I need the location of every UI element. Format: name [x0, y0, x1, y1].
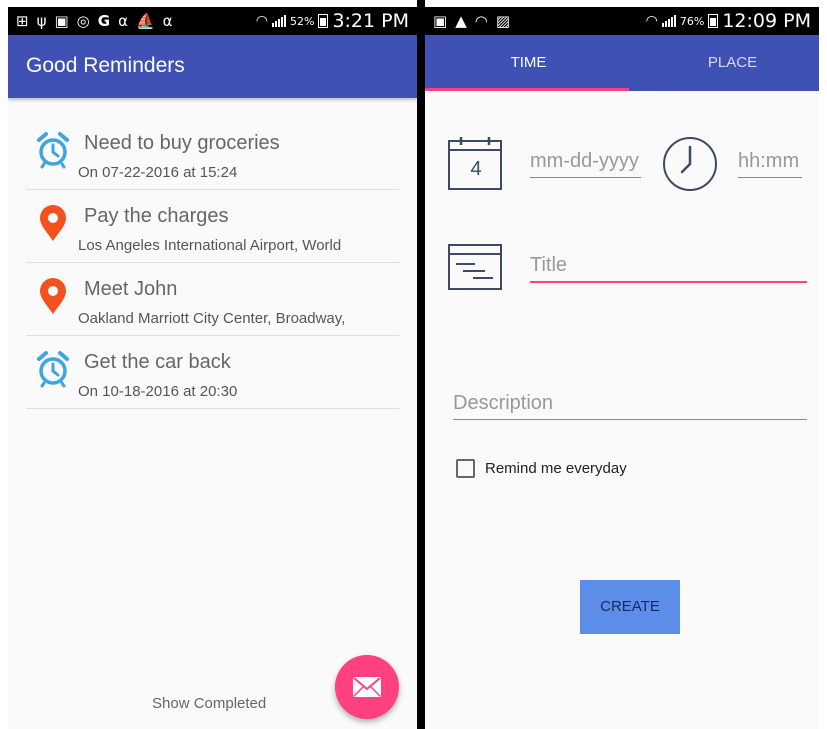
show-completed-link[interactable]: Show Completed: [152, 695, 266, 712]
reminder-subtitle: On 10-18-2016 at 20:30: [78, 383, 238, 400]
reminder-item[interactable]: Pay the charges Los Angeles Internationa…: [26, 190, 399, 263]
map-pin-icon: [40, 278, 66, 314]
clock-time: 12:09 PM: [722, 10, 811, 32]
tab-time[interactable]: TIME: [430, 35, 627, 91]
wifi-icon: ◠: [255, 13, 268, 29]
notification-icons: ▣ ▲ ◠ ▨: [433, 12, 510, 30]
create-button[interactable]: CREATE: [580, 580, 680, 634]
notification-icons: ⊞ ψ ▣ ◎ G α ⛵ α: [16, 12, 173, 30]
description-field[interactable]: Description: [453, 392, 807, 420]
compose-fab-button[interactable]: [335, 655, 399, 719]
add-box-icon: ⊞: [16, 12, 29, 30]
instagram-icon: ◎: [76, 12, 90, 30]
no-sim-icon: ▣: [433, 12, 448, 30]
usb-icon: ψ: [36, 12, 47, 30]
tab-bar: TIME PLACE: [425, 35, 819, 91]
alarm-clock-icon: [37, 132, 69, 169]
alarm-clock-icon: [37, 351, 69, 388]
active-tab-indicator: [425, 88, 629, 91]
boat-icon: ⛵: [135, 12, 155, 30]
map-pin-icon: [40, 205, 66, 241]
warning-icon: ▲: [455, 12, 467, 30]
system-status: ◠ 52% 3:21 PM: [256, 9, 409, 33]
system-status: ◠ 76% 12:09 PM: [646, 9, 811, 33]
battery-icon: [708, 14, 719, 28]
reminder-list: Need to buy groceries On 07-22-2016 at 1…: [26, 117, 399, 409]
tab-place[interactable]: PLACE: [634, 35, 819, 91]
battery-percent: 52%: [289, 14, 315, 28]
app-bar: Good Reminders: [8, 35, 417, 98]
reminders-list-screen: ⊞ ψ ▣ ◎ G α ⛵ α ◠ 52% 3:21 PM Good Remin…: [8, 7, 417, 729]
battery-percent: 76%: [679, 14, 705, 28]
image-icon: ▨: [495, 12, 511, 30]
no-sim-icon: ▣: [54, 12, 69, 30]
reminder-item[interactable]: Meet John Oakland Marriott City Center, …: [26, 263, 399, 336]
reminder-title: Meet John: [84, 278, 178, 300]
alpha-icon: α: [162, 12, 173, 30]
clock-icon[interactable]: [661, 135, 719, 193]
wifi-icon: ◠: [474, 12, 488, 30]
reminder-title: Need to buy groceries: [84, 132, 280, 154]
status-bar: ▣ ▲ ◠ ▨ ◠ 76% 12:09 PM: [425, 7, 819, 35]
remind-everyday-checkbox[interactable]: [456, 459, 475, 478]
google-icon: G: [97, 12, 111, 30]
title-form-icon: [448, 244, 502, 290]
calendar-day: 4: [470, 158, 482, 180]
time-field[interactable]: hh:mm: [738, 150, 802, 178]
status-bar: ⊞ ψ ▣ ◎ G α ⛵ α ◠ 52% 3:21 PM: [8, 7, 417, 35]
envelope-icon: [353, 677, 381, 697]
create-reminder-screen: ▣ ▲ ◠ ▨ ◠ 76% 12:09 PM TIME PLACE 4 mm-d…: [425, 7, 819, 729]
wifi-icon: ◠: [645, 13, 658, 29]
alpha-icon: α: [118, 12, 128, 30]
title-field[interactable]: Title: [530, 254, 807, 283]
reminder-title: Get the car back: [84, 351, 231, 373]
signal-icon: [271, 15, 286, 27]
reminder-subtitle: Oakland Marriott City Center, Broadway,: [78, 310, 346, 327]
app-title: Good Reminders: [26, 54, 185, 77]
reminder-item[interactable]: Get the car back On 10-18-2016 at 20:30: [26, 336, 399, 409]
reminder-title: Pay the charges: [84, 205, 229, 227]
remind-everyday-label: Remind me everyday: [485, 460, 627, 477]
reminder-subtitle: Los Angeles International Airport, World: [78, 237, 342, 254]
date-field[interactable]: mm-dd-yyyy: [530, 150, 641, 178]
signal-icon: [661, 15, 676, 27]
reminder-subtitle: On 07-22-2016 at 15:24: [78, 164, 238, 181]
screen-divider: [417, 0, 425, 729]
battery-icon: [318, 14, 329, 28]
clock-time: 3:21 PM: [332, 10, 409, 32]
reminder-item[interactable]: Need to buy groceries On 07-22-2016 at 1…: [26, 117, 399, 190]
